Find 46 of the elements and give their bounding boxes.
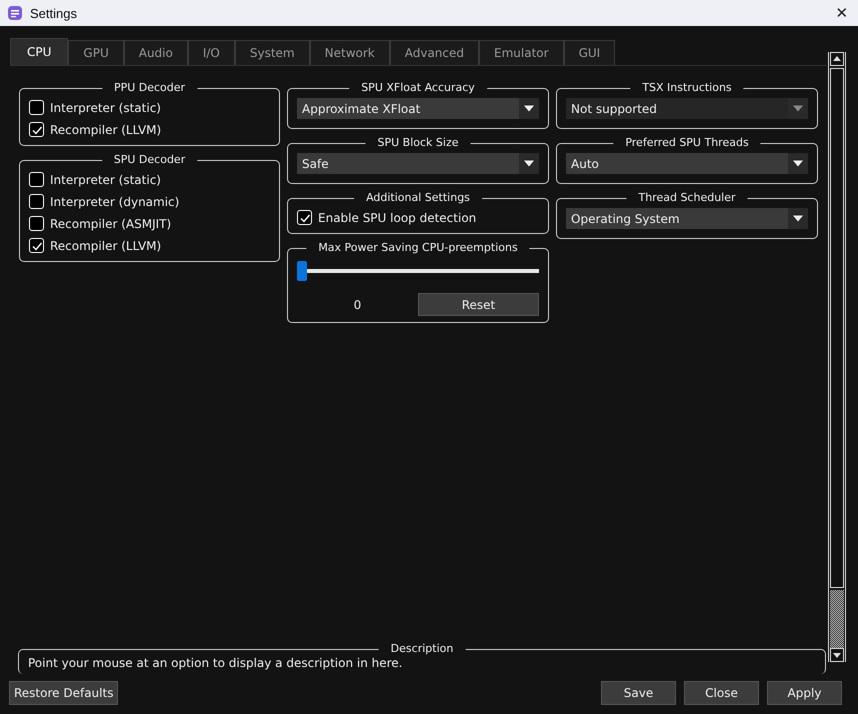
scrollbar-thumb[interactable]: [830, 68, 844, 588]
dialog-button[interactable]: Save: [601, 681, 676, 705]
tab[interactable]: Audio: [124, 40, 188, 65]
slider-value: 0: [352, 298, 362, 312]
checkbox[interactable]: [29, 216, 44, 231]
checkbox-label: Enable SPU loop detection: [318, 210, 476, 224]
checkbox-label: Recompiler (LLVM): [50, 122, 162, 136]
tab[interactable]: GPU: [68, 40, 124, 65]
restore-defaults-button[interactable]: Restore Defaults: [9, 681, 118, 705]
checkbox[interactable]: [29, 122, 44, 137]
group-title: Additional Settings: [354, 191, 482, 205]
tab[interactable]: System: [234, 40, 310, 65]
tab[interactable]: CPU: [10, 38, 68, 65]
checkbox-label: Recompiler (ASMJIT): [50, 216, 172, 230]
app-icon: [7, 5, 23, 21]
dialog-button[interactable]: Apply: [767, 681, 842, 705]
checkbox-label: Recompiler (LLVM): [50, 238, 162, 252]
reset-button[interactable]: Reset: [418, 293, 539, 316]
dropdown[interactable]: Operating System: [566, 208, 808, 229]
group-title: SPU XFloat Accuracy: [349, 81, 487, 95]
description-text: Point your mouse at an option to display a description in here.: [28, 656, 402, 670]
tab[interactable]: Emulator: [479, 40, 564, 65]
slider-handle[interactable]: [297, 261, 307, 281]
checkbox-label: Interpreter (static): [50, 100, 161, 114]
tab[interactable]: GUI: [564, 40, 616, 65]
scroll-up-icon[interactable]: [830, 52, 844, 66]
checkbox[interactable]: [297, 210, 312, 225]
group-title: Description: [378, 642, 466, 656]
window-title: Settings: [30, 6, 77, 20]
dropdown[interactable]: Auto: [566, 153, 808, 174]
tab[interactable]: Network: [310, 40, 390, 65]
checkbox[interactable]: [29, 100, 44, 115]
tab[interactable]: Advanced: [390, 40, 480, 65]
checkbox[interactable]: [29, 172, 44, 187]
group-title: Max Power Saving CPU-preemptions: [306, 241, 530, 255]
scroll-down-icon[interactable]: [830, 648, 844, 662]
tab[interactable]: I/O: [188, 40, 235, 65]
checkbox-label: Interpreter (dynamic): [50, 194, 180, 208]
checkbox[interactable]: [29, 194, 44, 209]
checkbox[interactable]: [29, 238, 44, 253]
checkbox-label: Interpreter (static): [50, 172, 161, 186]
dropdown[interactable]: Safe: [297, 153, 539, 174]
dropdown[interactable]: Approximate XFloat: [297, 98, 539, 119]
dialog-button[interactable]: Close: [684, 681, 759, 705]
close-button[interactable]: ✕: [826, 0, 858, 26]
scrollbar[interactable]: [828, 52, 846, 662]
